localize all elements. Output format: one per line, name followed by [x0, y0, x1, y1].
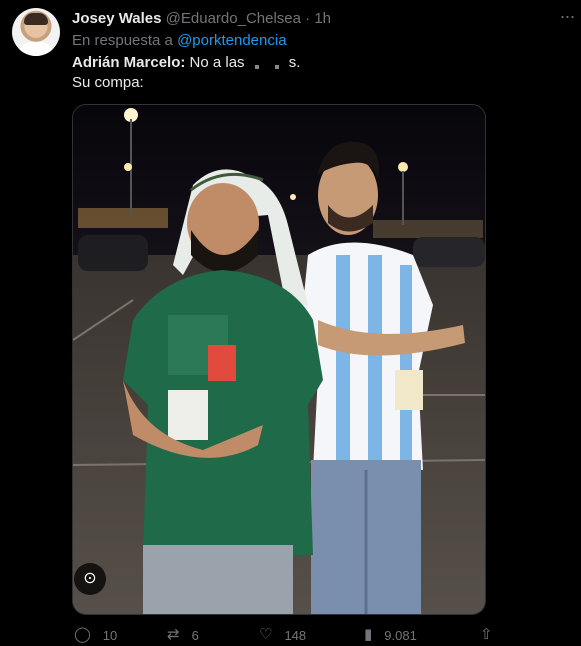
redacted-text — [249, 57, 289, 70]
views-icon: ▮ — [364, 626, 373, 643]
more-icon[interactable]: ··· — [556, 6, 578, 28]
tweet-line-1: Adrián Marcelo: No a las s. — [72, 53, 300, 73]
avatar-hair — [24, 13, 48, 25]
author-handle[interactable]: @Eduardo_Chelsea — [166, 10, 301, 27]
share-button[interactable]: ⇧ — [480, 626, 493, 644]
views-button[interactable]: ▮ 9.081 — [364, 626, 417, 644]
reply-count: 10 — [102, 627, 118, 643]
tweet-actions: ◯ 10 ⇄ 6 ♡ 148 ▮ 9.081 ⇧ — [72, 626, 502, 646]
retweet-count: 6 — [191, 627, 199, 643]
header-separator: · — [305, 10, 311, 27]
heart-icon: ♡ — [259, 626, 273, 643]
tweet-line-1-end: s. — [288, 54, 301, 71]
reply-mention-link[interactable]: @porktendencia — [177, 32, 286, 49]
tweet-line-1-text: No a las — [185, 54, 245, 71]
author-avatar[interactable] — [12, 8, 60, 56]
reply-context: En respuesta a @porktendencia — [72, 31, 287, 51]
reply-icon: ◯ — [74, 626, 91, 643]
tweet-photo[interactable] — [72, 104, 486, 615]
reply-prefix: En respuesta a — [72, 32, 173, 49]
retweet-icon: ⇄ — [167, 626, 180, 643]
avatar-shirt — [18, 42, 54, 56]
tweet-header: Josey Wales @Eduardo_Chelsea · 1h — [72, 9, 331, 29]
tweet-speaker: Adrián Marcelo: — [72, 54, 186, 71]
share-icon: ⇧ — [480, 626, 493, 643]
author-name[interactable]: Josey Wales — [72, 10, 162, 27]
like-button[interactable]: ♡ 148 — [259, 626, 306, 644]
photo-illustration — [73, 105, 485, 614]
reply-button[interactable]: ◯ 10 — [74, 626, 117, 644]
like-count: 148 — [284, 627, 307, 643]
tweet-line-2: Su compa: — [72, 74, 144, 91]
tweet-time[interactable]: 1h — [314, 10, 331, 27]
views-count: 9.081 — [384, 627, 417, 643]
scan-icon[interactable]: ⊙ — [74, 563, 106, 595]
retweet-button[interactable]: ⇄ 6 — [167, 626, 199, 644]
tweet-text: Adrián Marcelo: No a las s. Su compa: — [72, 53, 300, 93]
